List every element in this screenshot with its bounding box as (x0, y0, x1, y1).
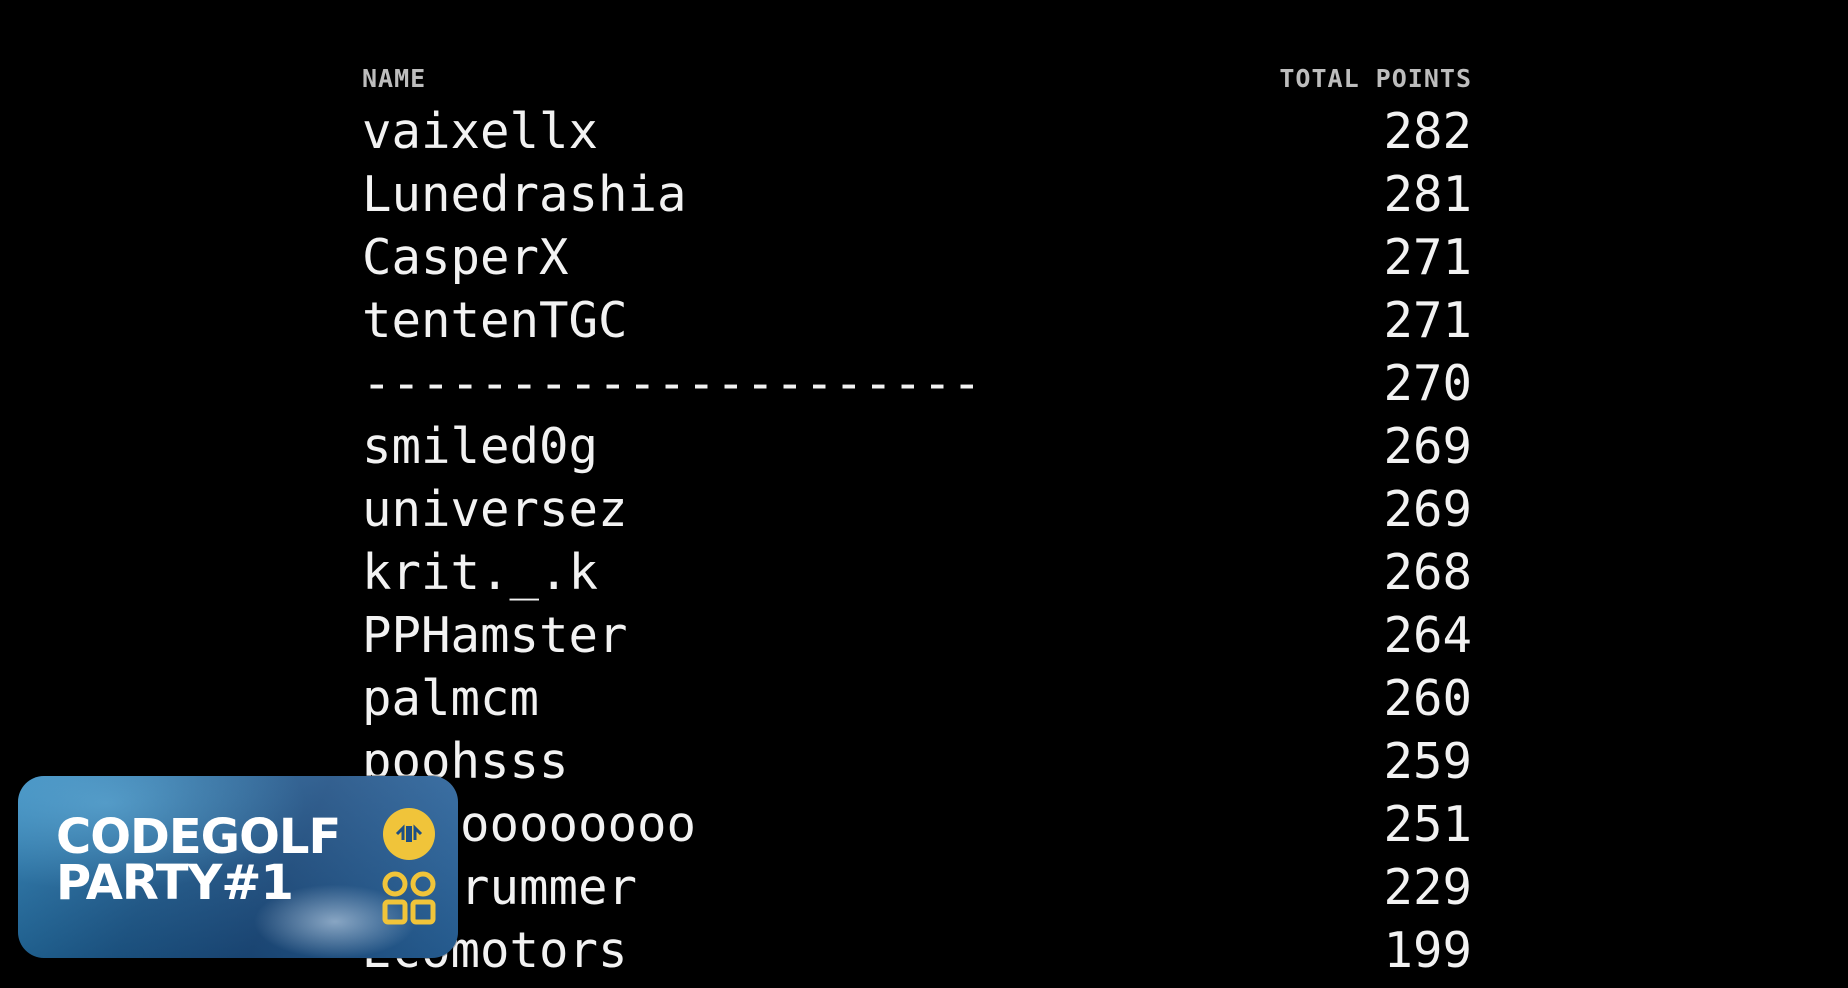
badge-title-line-2: PARTY#1 (56, 855, 294, 911)
table-row: vaixellx 282 (362, 100, 1472, 163)
table-row: Lunedrashia 281 (362, 163, 1472, 226)
player-points: 271 (1383, 292, 1472, 349)
grid-icon (382, 871, 436, 925)
table-row: rummer 229 (362, 856, 1472, 919)
badge-title-line-1: CODEGOLF (56, 809, 341, 865)
player-points: 281 (1383, 166, 1472, 223)
leaderboard-rows: vaixellx 282 Lunedrashia 281 CasperX 271… (362, 100, 1472, 982)
player-name: vaixellx (362, 103, 599, 160)
table-row: --------------------- 270 (362, 352, 1472, 415)
player-name: rummer (460, 859, 638, 916)
table-row: smiled0g 269 (362, 415, 1472, 478)
player-name: krit._.k (362, 544, 599, 601)
table-row: poohsss 259 (362, 730, 1472, 793)
player-name: Lunedrashia (362, 166, 687, 223)
player-points: 260 (1383, 670, 1472, 727)
player-points: 270 (1383, 355, 1472, 412)
player-points: 268 (1383, 544, 1472, 601)
player-name: tentenTGC (362, 292, 628, 349)
table-row: Ecomotors 199 (362, 919, 1472, 982)
player-name: universez (362, 481, 628, 538)
table-row: palmcm 260 (362, 667, 1472, 730)
table-row: tentenTGC 271 (362, 289, 1472, 352)
player-points: 199 (1383, 922, 1472, 979)
table-row: PPHamster 264 (362, 604, 1472, 667)
player-points: 264 (1383, 607, 1472, 664)
table-row: universez 269 (362, 478, 1472, 541)
player-points: 282 (1383, 103, 1472, 160)
code-icon (383, 808, 435, 860)
player-name: oooooooo (460, 796, 697, 853)
badge-title: CODEGOLF PARTY#1 (56, 809, 341, 911)
player-name: palmcm (362, 670, 540, 727)
player-name: smiled0g (362, 418, 599, 475)
player-points: 271 (1383, 229, 1472, 286)
table-row: oooooooo 251 (362, 793, 1472, 856)
leaderboard-header: NAME TOTAL POINTS (362, 56, 1472, 100)
codegolf-party-badge: CODEGOLF PARTY#1 (18, 776, 458, 958)
player-name: PPHamster (362, 607, 628, 664)
player-points: 269 (1383, 418, 1472, 475)
player-points: 251 (1383, 796, 1472, 853)
column-header-name: NAME (362, 64, 427, 93)
table-row: krit._.k 268 (362, 541, 1472, 604)
player-points: 259 (1383, 733, 1472, 790)
table-row: CasperX 271 (362, 226, 1472, 289)
player-points: 229 (1383, 859, 1472, 916)
player-name: --------------------- (362, 355, 982, 412)
column-header-total-points: TOTAL POINTS (1279, 64, 1472, 93)
leaderboard: NAME TOTAL POINTS vaixellx 282 Lunedrash… (362, 56, 1472, 982)
player-name: CasperX (362, 229, 569, 286)
player-points: 269 (1383, 481, 1472, 538)
